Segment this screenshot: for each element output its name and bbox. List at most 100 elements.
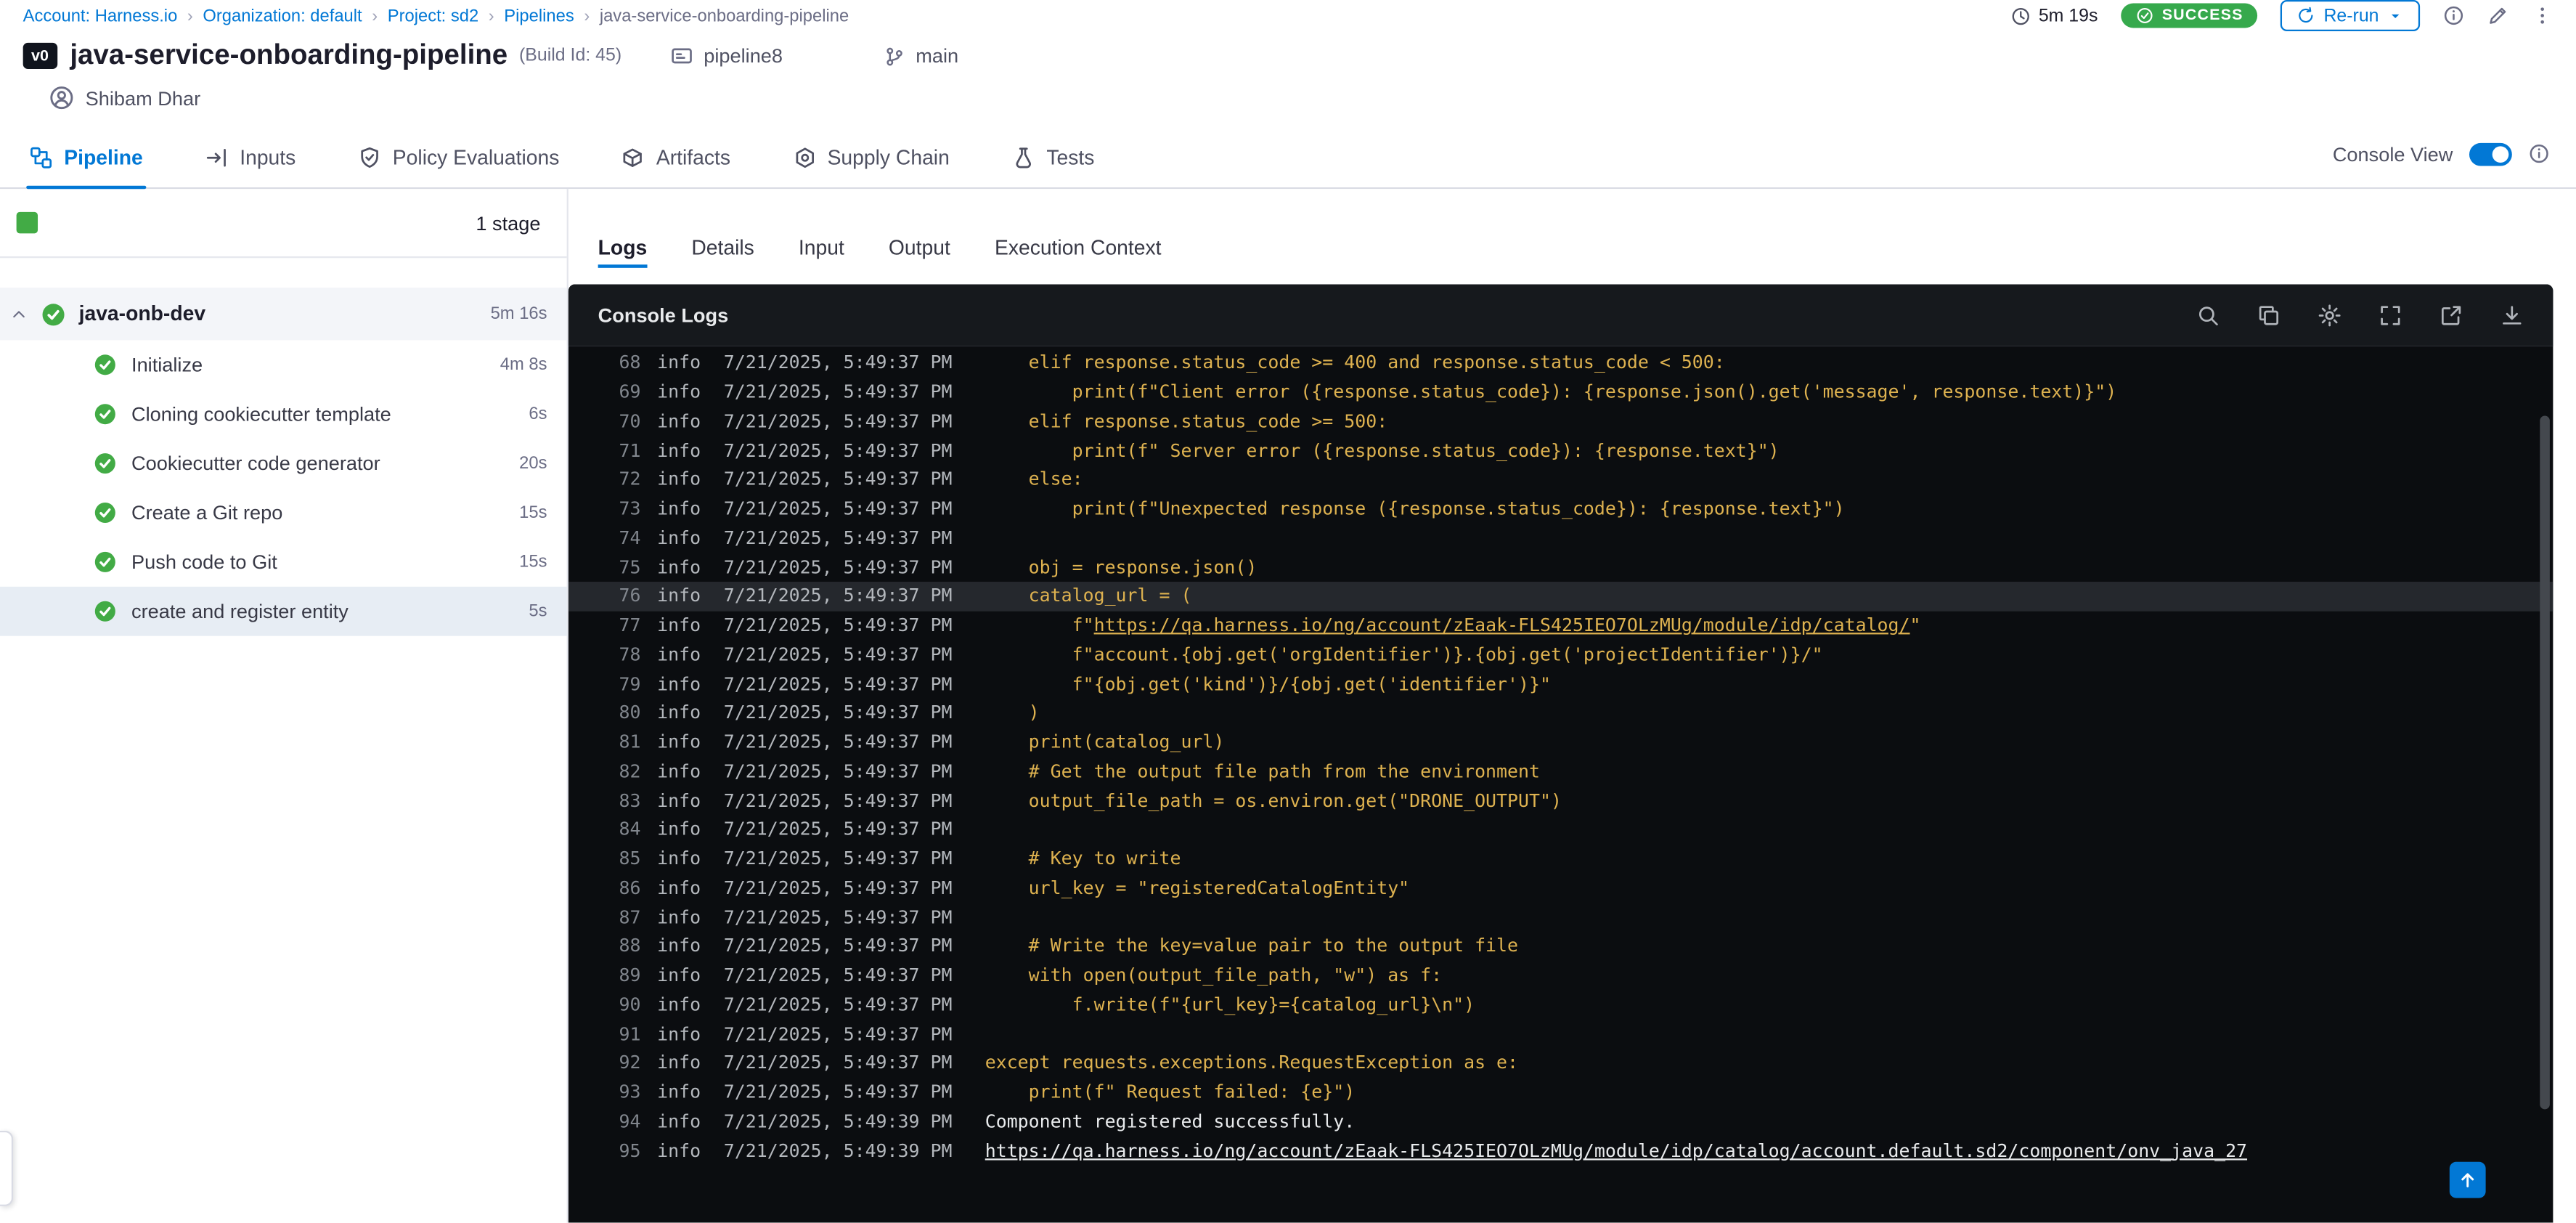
log-line: 69 info 7/21/2025, 5:49:37 PM print(f"Clie… — [568, 378, 2553, 407]
tab-label: Artifacts — [656, 146, 731, 170]
log-code-text: f" — [985, 614, 1094, 636]
log-tab-output[interactable]: Output — [889, 237, 950, 285]
log-line-number: 85 — [619, 848, 641, 870]
log-line-number: 73 — [619, 497, 641, 520]
breadcrumb-item-pipelines[interactable]: Pipelines — [504, 6, 574, 25]
step-row-cookiecutter-code-generator[interactable]: Cookiecutter code generator 20s — [0, 439, 567, 488]
status-label: SUCCESS — [2161, 7, 2243, 25]
step-duration: 5s — [529, 601, 547, 622]
edit-pipeline-button[interactable] — [2487, 5, 2508, 26]
log-timestamp: 7/21/2025, 5:49:37 PM — [723, 877, 953, 899]
log-text: f.write(f"{url_key}={catalog_url}\n") — [985, 994, 1475, 1015]
log-text: f"https://qa.harness.io/ng/account/zEaak… — [985, 615, 1921, 636]
download-button[interactable] — [2500, 303, 2524, 326]
tab-tests[interactable]: Tests — [1008, 146, 1098, 187]
console-scrollbar[interactable] — [2540, 357, 2550, 1213]
tab-policy-evaluations[interactable]: Policy Evaluations — [355, 146, 563, 187]
caret-down-icon — [2387, 7, 2404, 24]
step-row-initialize[interactable]: Initialize 4m 8s — [0, 340, 567, 389]
log-level: info — [657, 994, 701, 1016]
step-label: Create a Git repo — [131, 501, 283, 524]
log-tab-execution-context[interactable]: Execution Context — [995, 237, 1162, 285]
log-code-text: elif response.status_code >= 400 and res… — [985, 352, 1725, 374]
tab-pipeline[interactable]: Pipeline — [26, 146, 147, 190]
breadcrumb-item-organization-default[interactable]: Organization: default — [203, 6, 362, 25]
info-button[interactable] — [2443, 5, 2464, 26]
log-link[interactable]: https://qa.harness.io/ng/account/zEaak-F… — [985, 1140, 2247, 1161]
log-timestamp: 7/21/2025, 5:49:37 PM — [723, 410, 953, 432]
log-level: info — [657, 818, 701, 841]
check-circle-icon — [94, 354, 117, 377]
log-code-text: url_key = "registeredCatalogEntity" — [985, 877, 1410, 899]
log-code-text: output_file_path = os.environ.get("DRONE… — [985, 789, 1562, 811]
step-row-push-code-to-git[interactable]: Push code to Git 15s — [0, 537, 567, 587]
stage-duration: 5m 16s — [490, 304, 547, 324]
pipeline-icon — [30, 146, 53, 169]
log-level: info — [657, 1023, 701, 1045]
rerun-button[interactable]: Re-run — [2281, 0, 2421, 31]
scroll-to-top-button[interactable] — [2449, 1161, 2486, 1198]
log-text: # Key to write — [985, 848, 1181, 869]
log-line-number: 79 — [619, 673, 641, 695]
log-line-number: 75 — [619, 556, 641, 578]
log-tab-logs[interactable]: Logs — [598, 237, 647, 285]
log-timestamp: 7/21/2025, 5:49:37 PM — [723, 1081, 953, 1103]
log-line: 68 info 7/21/2025, 5:49:37 PM elif respons… — [568, 349, 2553, 378]
log-level: info — [657, 556, 701, 578]
log-line: 80 info 7/21/2025, 5:49:37 PM ) — [568, 699, 2553, 728]
log-line-number: 92 — [619, 1052, 641, 1074]
tab-artifacts[interactable]: Artifacts — [619, 146, 734, 187]
console-view-info-icon[interactable] — [2528, 143, 2549, 164]
step-row-cloning-cookiecutter-template[interactable]: Cloning cookiecutter template 6s — [0, 389, 567, 439]
stage-panel: 1 stage java-onb-dev 5m 16s Initialize 4m… — [0, 189, 568, 1223]
log-line-number: 93 — [619, 1081, 641, 1103]
log-timestamp: 7/21/2025, 5:49:37 PM — [723, 673, 953, 695]
search-button[interactable] — [2196, 303, 2220, 326]
log-level: info — [657, 1139, 701, 1161]
log-timestamp: 7/21/2025, 5:49:37 PM — [723, 994, 953, 1016]
console-scrollbar-thumb[interactable] — [2540, 416, 2550, 1110]
fullscreen-button[interactable] — [2379, 303, 2402, 326]
log-line-number: 77 — [619, 614, 641, 636]
check-circle-icon — [94, 501, 117, 524]
version-badge: v0 — [23, 42, 57, 70]
open-in-new-button[interactable] — [2440, 303, 2463, 326]
log-text: else: — [985, 469, 1083, 490]
copy-icon — [2257, 303, 2281, 326]
edit-icon — [2487, 5, 2508, 26]
log-text: catalog_url = ( — [985, 585, 1192, 606]
pipeline-ref[interactable]: pipeline8 — [671, 44, 783, 68]
chevron-up-icon[interactable] — [10, 305, 28, 323]
step-row-create-a-git-repo[interactable]: Create a Git repo 15s — [0, 488, 567, 537]
log-text: # Write the key=value pair to the output… — [985, 935, 1518, 956]
log-line-number: 80 — [619, 702, 641, 724]
log-line: 82 info 7/21/2025, 5:49:37 PM # Get the ou… — [568, 757, 2553, 786]
log-line: 93 info 7/21/2025, 5:49:37 PM print(f" Req… — [568, 1078, 2553, 1107]
tab-inputs[interactable]: Inputs — [202, 146, 299, 187]
stage-row[interactable]: java-onb-dev 5m 16s — [0, 287, 567, 341]
tab-supply-chain[interactable]: Supply Chain — [790, 146, 953, 187]
log-level: info — [657, 497, 701, 520]
fullscreen-icon — [2379, 303, 2402, 326]
log-text: except requests.exceptions.RequestExcept… — [985, 1052, 1518, 1073]
step-label: Initialize — [131, 353, 203, 377]
settings-button[interactable] — [2318, 303, 2341, 326]
log-link[interactable]: https://qa.harness.io/ng/account/zEaak-F… — [1094, 615, 1910, 636]
copy-button[interactable] — [2257, 303, 2281, 326]
breadcrumb-separator: › — [488, 5, 494, 26]
more-options-button[interactable] — [2532, 5, 2553, 26]
left-drawer-handle[interactable] — [0, 1130, 14, 1206]
log-scroll-area[interactable]: 68 info 7/21/2025, 5:49:37 PM elif respons… — [568, 346, 2553, 1222]
log-line-number: 74 — [619, 527, 641, 549]
log-line-number: 82 — [619, 760, 641, 782]
log-line: 86 info 7/21/2025, 5:49:37 PM url_key = "r… — [568, 874, 2553, 903]
breadcrumb-item-account-harness-io[interactable]: Account: Harness.io — [23, 6, 178, 25]
breadcrumb-item-project-sd2[interactable]: Project: sd2 — [388, 6, 478, 25]
console-title: Console Logs — [598, 303, 729, 327]
log-tab-details[interactable]: Details — [691, 237, 754, 285]
branch-ref[interactable]: main — [884, 44, 958, 68]
console-view-toggle[interactable] — [2469, 142, 2512, 166]
log-tab-input[interactable]: Input — [799, 237, 844, 285]
log-line: 83 info 7/21/2025, 5:49:37 PM output_file_… — [568, 786, 2553, 815]
step-row-create-and-register-entity[interactable]: create and register entity 5s — [0, 586, 567, 636]
